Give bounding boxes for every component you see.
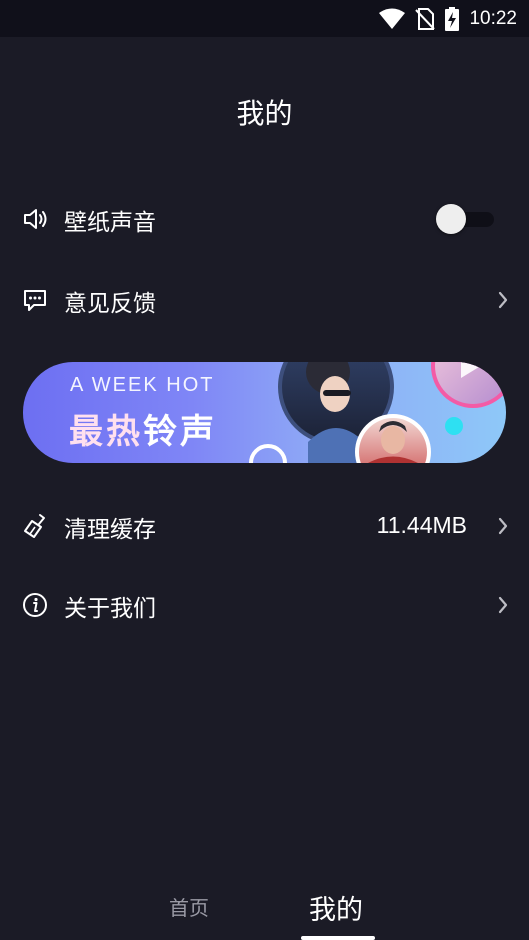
page-title: 我的 [236, 97, 293, 130]
feedback-row[interactable]: 意见反馈 [0, 270, 529, 330]
wallpaper-sound-row: 壁纸声音 [0, 189, 529, 249]
clear-cache-label: 清理缓存 [64, 517, 156, 543]
status-icons: 10:22 [379, 6, 517, 32]
clear-cache-row[interactable]: 清理缓存 11.44MB [0, 496, 529, 556]
feedback-label: 意见反馈 [64, 291, 156, 317]
about-label: 关于我们 [64, 596, 156, 622]
wallpaper-sound-label: 壁纸声音 [64, 210, 156, 236]
battery-charging-icon [445, 7, 460, 31]
active-tab-indicator [301, 936, 375, 940]
status-bar: 10:22 [0, 0, 529, 37]
banner-artwork [249, 362, 506, 463]
status-time: 10:22 [469, 8, 517, 29]
broom-icon [24, 514, 45, 538]
wallpaper-sound-toggle[interactable] [436, 204, 494, 234]
bottom-nav: 首页 我的 [0, 870, 529, 940]
weekly-hot-ringtones-banner[interactable]: A WEEK HOT 最热铃声 [23, 362, 506, 463]
info-icon [23, 593, 47, 617]
tab-home[interactable]: 首页 [169, 892, 209, 921]
wifi-icon [379, 8, 406, 29]
cache-size-value: 11.44MB [376, 512, 467, 538]
chevron-right-icon [498, 596, 508, 614]
speaker-icon [24, 209, 47, 229]
chat-bubble-icon [24, 290, 46, 311]
chevron-right-icon [498, 517, 508, 535]
chevron-right-icon [498, 291, 508, 309]
tab-mine[interactable]: 我的 [309, 888, 363, 927]
no-sim-icon [415, 8, 436, 30]
toggle-thumb [436, 204, 466, 234]
about-row[interactable]: 关于我们 [0, 575, 529, 635]
